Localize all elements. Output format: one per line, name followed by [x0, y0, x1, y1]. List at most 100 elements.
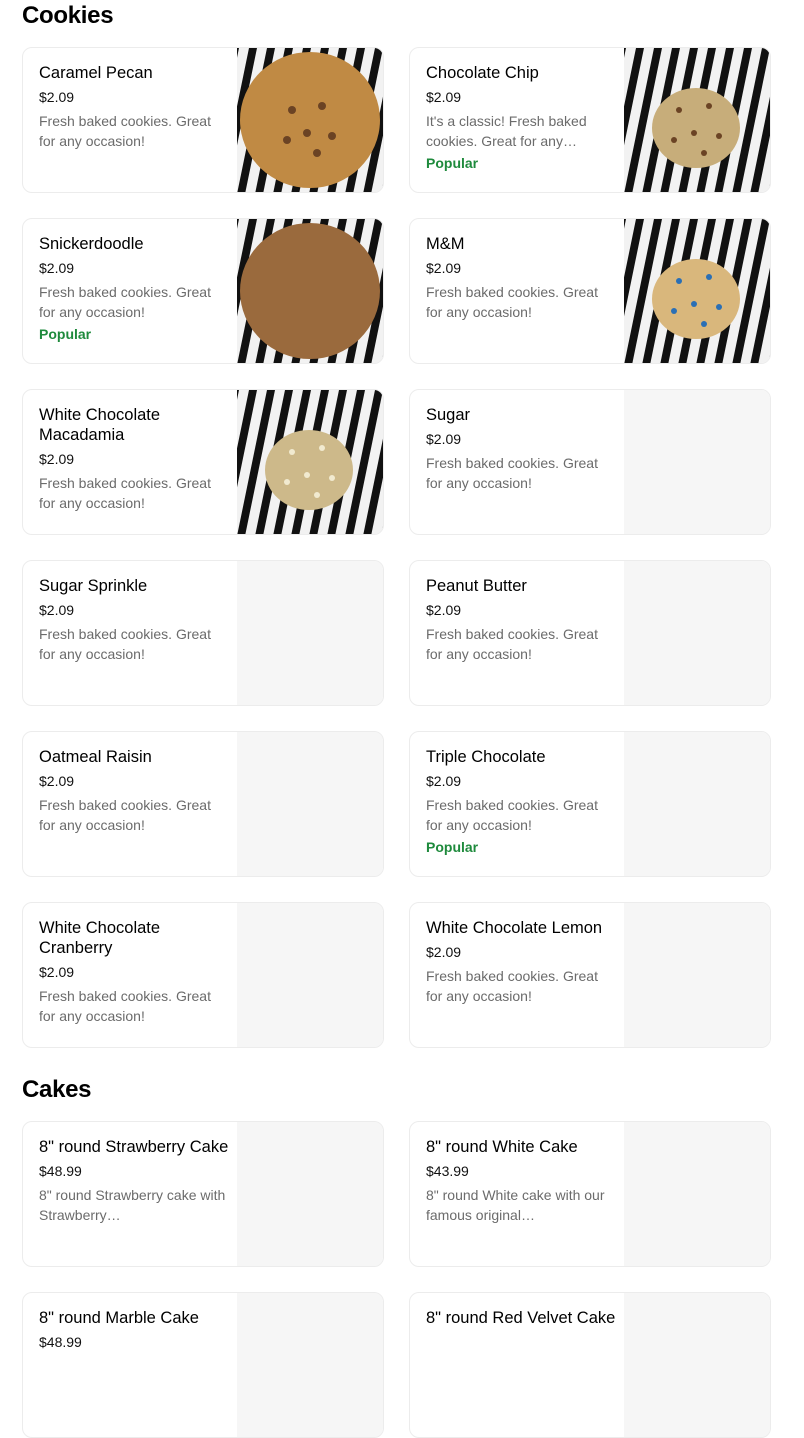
item-description: Fresh baked cookies. Great for any occas… — [39, 626, 211, 662]
item-price: $2.09 — [426, 431, 462, 447]
menu-item-peanut-butter[interactable]: Peanut Butter $2.09 Fresh baked cookies. G… — [409, 560, 771, 706]
item-image — [237, 219, 383, 363]
chocolate-chip-photo — [624, 48, 770, 192]
menu-item-8-round-strawberry-cake[interactable]: 8" round Strawberry Cake $48.99 8" round S… — [22, 1121, 384, 1267]
cookie-topping — [676, 278, 682, 284]
menu-item-text: 8" round Marble Cake $48.99 — [39, 1308, 229, 1351]
cookie-topping — [716, 133, 722, 139]
menu-item-8-round-red-velvet-cake[interactable]: 8" round Red Velvet Cake — [409, 1292, 771, 1438]
item-name: Peanut Butter — [426, 577, 527, 595]
menu-item-text: Sugar Sprinkle $2.09 Fresh baked cookies. … — [39, 576, 229, 664]
cookie-topping — [706, 103, 712, 109]
menu-item-text: Peanut Butter $2.09 Fresh baked cookies. G… — [426, 576, 616, 664]
menu-item-text: Triple Chocolate $2.09 Fresh baked cookies… — [426, 747, 616, 857]
menu-item-text: Chocolate Chip $2.09 It's a classic! Fresh… — [426, 63, 616, 173]
popular-badge: Popular — [426, 839, 479, 855]
item-price: $2.09 — [39, 260, 75, 276]
item-price: $2.09 — [426, 944, 462, 960]
cookie-topping — [676, 107, 682, 113]
menu-item-8-round-marble-cake[interactable]: 8" round Marble Cake $48.99 — [22, 1292, 384, 1438]
item-image-placeholder — [624, 732, 770, 876]
cookie-topping — [328, 132, 336, 140]
item-description: Fresh baked cookies. Great for any occas… — [426, 284, 598, 320]
item-description: It's a classic! Fresh baked cookies. Gre… — [426, 113, 587, 149]
cookie-topping — [691, 301, 697, 307]
cookie-topping — [319, 445, 325, 451]
cookie-shape — [265, 430, 353, 510]
cookie-topping — [304, 472, 310, 478]
white-chocolate-macadamia-photo — [237, 390, 383, 534]
cookie-shape — [240, 223, 380, 359]
cookie-topping — [706, 274, 712, 280]
item-name: 8" round Marble Cake — [39, 1309, 199, 1327]
menu-item-text: Caramel Pecan $2.09 Fresh baked cookies. G… — [39, 63, 229, 151]
item-price: $2.09 — [426, 773, 462, 789]
item-name: Caramel Pecan — [39, 64, 153, 82]
item-image-placeholder — [237, 561, 383, 705]
item-price: $48.99 — [39, 1163, 82, 1179]
popular-badge: Popular — [39, 326, 92, 342]
menu-item-chocolate-chip[interactable]: Chocolate Chip $2.09 It's a classic! Fresh… — [409, 47, 771, 193]
item-name: M&M — [426, 235, 465, 253]
item-name: Sugar — [426, 406, 471, 424]
item-image — [624, 219, 770, 363]
cookie-topping — [701, 150, 707, 156]
menu-item-sugar-sprinkle[interactable]: Sugar Sprinkle $2.09 Fresh baked cookies. … — [22, 560, 384, 706]
item-name: White Chocolate Lemon — [426, 919, 603, 937]
item-description: Fresh baked cookies. Great for any occas… — [39, 797, 211, 833]
menu-item-white-chocolate-macadamia[interactable]: White Chocolate Macadamia $2.09 Fresh bake… — [22, 389, 384, 535]
item-price: $2.09 — [39, 89, 75, 105]
menu-item-8-round-white-cake[interactable]: 8" round White Cake $43.99 8" round White … — [409, 1121, 771, 1267]
item-image-placeholder — [237, 903, 383, 1047]
item-name: 8" round White Cake — [426, 1138, 578, 1156]
cookie-topping — [288, 106, 296, 114]
cookie-topping — [716, 304, 722, 310]
menu-item-sugar[interactable]: Sugar $2.09 Fresh baked cookies. Great for… — [409, 389, 771, 535]
item-image — [237, 48, 383, 192]
item-image-placeholder — [237, 1122, 383, 1266]
item-price: $2.09 — [39, 964, 75, 980]
cookie-topping — [671, 308, 677, 314]
cookie-topping — [284, 479, 290, 485]
menu-item-text: White Chocolate Lemon $2.09 Fresh baked co… — [426, 918, 616, 1006]
item-image — [237, 390, 383, 534]
item-image-placeholder — [237, 1293, 383, 1437]
cookie-topping — [318, 102, 326, 110]
item-name: White Chocolate Cranberry — [39, 919, 161, 957]
item-description: 8" round Strawberry cake with Strawberry… — [39, 1187, 226, 1223]
cookie-shape — [652, 259, 740, 339]
cookie-topping — [289, 449, 295, 455]
menu-item-oatmeal-raisin[interactable]: Oatmeal Raisin $2.09 Fresh baked cookies. … — [22, 731, 384, 877]
item-description: Fresh baked cookies. Great for any occas… — [39, 475, 211, 511]
menu-item-text: Oatmeal Raisin $2.09 Fresh baked cookies. … — [39, 747, 229, 835]
popular-badge: Popular — [426, 155, 479, 171]
item-name: Chocolate Chip — [426, 64, 539, 82]
menu-item-white-chocolate-cranberry[interactable]: White Chocolate Cranberry $2.09 Fresh bake… — [22, 902, 384, 1048]
section-title-cakes: Cakes — [22, 1076, 92, 1103]
item-price: $2.09 — [426, 260, 462, 276]
menu-item-text: White Chocolate Macadamia $2.09 Fresh bake… — [39, 405, 229, 513]
menu-item-white-chocolate-lemon[interactable]: White Chocolate Lemon $2.09 Fresh baked co… — [409, 902, 771, 1048]
item-name: Triple Chocolate — [426, 748, 546, 766]
item-image-placeholder — [624, 390, 770, 534]
cookie-topping — [701, 321, 707, 327]
item-description: Fresh baked cookies. Great for any occas… — [39, 113, 211, 149]
item-price: $2.09 — [39, 451, 75, 467]
item-price: $2.09 — [39, 602, 75, 618]
menu-item-snickerdoodle[interactable]: Snickerdoodle $2.09 Fresh baked cookies. G… — [22, 218, 384, 364]
menu-item-caramel-pecan[interactable]: Caramel Pecan $2.09 Fresh baked cookies. G… — [22, 47, 384, 193]
menu-item-m-m[interactable]: M&M $2.09 Fresh baked cookies. Great for a… — [409, 218, 771, 364]
snickerdoodle-photo — [237, 219, 383, 363]
cookie-topping — [314, 492, 320, 498]
menu-item-triple-chocolate[interactable]: Triple Chocolate $2.09 Fresh baked cookies… — [409, 731, 771, 877]
menu-item-text: Sugar $2.09 Fresh baked cookies. Great for… — [426, 405, 616, 493]
item-description: 8" round White cake with our famous orig… — [426, 1187, 605, 1223]
menu-item-text: 8" round Red Velvet Cake — [426, 1308, 616, 1328]
section-title-cookies: Cookies — [22, 2, 114, 29]
item-price: $43.99 — [426, 1163, 469, 1179]
item-image-placeholder — [624, 1293, 770, 1437]
menu-item-text: 8" round White Cake $43.99 8" round White … — [426, 1137, 616, 1225]
item-price: $2.09 — [39, 773, 75, 789]
cookie-topping — [313, 149, 321, 157]
mm-photo — [624, 219, 770, 363]
